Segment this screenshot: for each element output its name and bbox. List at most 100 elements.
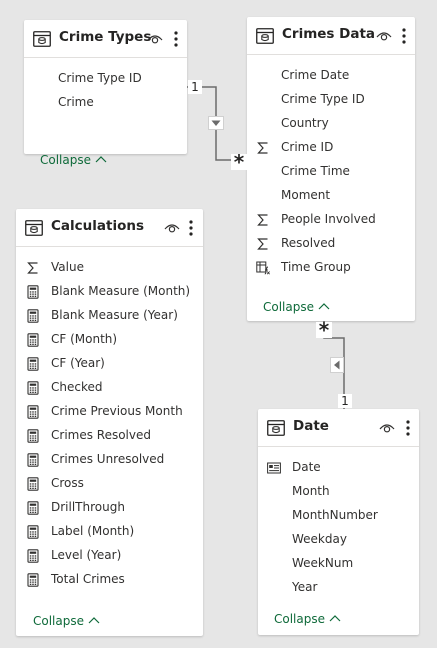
field-row[interactable]: Cross xyxy=(16,472,203,496)
calculator-icon xyxy=(26,429,40,443)
field-row[interactable]: Blank Measure (Year) xyxy=(16,304,203,328)
down-arrow-icon[interactable] xyxy=(208,116,224,130)
crimes-data-table-card[interactable]: Crimes Data Crime Date Crime Type ID Countr… xyxy=(247,17,415,321)
field-row[interactable]: Year xyxy=(258,576,419,600)
field-name: WeekNum xyxy=(292,556,354,570)
collapse-label: Collapse xyxy=(40,153,91,167)
table-icon xyxy=(25,220,43,236)
field-name: Crime Time xyxy=(281,164,350,178)
field-name: Crime Type ID xyxy=(58,71,142,85)
calculations-table-header[interactable]: Calculations xyxy=(16,209,203,247)
field-name: Moment xyxy=(281,188,331,202)
collapse-label: Collapse xyxy=(263,300,314,314)
field-name: Resolved xyxy=(281,236,336,250)
eye-icon[interactable] xyxy=(376,30,392,42)
chevron-up-icon xyxy=(318,302,330,310)
field-row[interactable]: People Involved xyxy=(247,208,415,232)
field-row[interactable]: Crime Type ID xyxy=(24,67,187,91)
model-diagram-canvas[interactable]: Crime Types Crime Type ID Crime Collapse Cri… xyxy=(0,0,437,648)
field-row[interactable]: CF (Month) xyxy=(16,328,203,352)
field-row[interactable]: Crime Previous Month xyxy=(16,400,203,424)
field-row[interactable]: CF (Year) xyxy=(16,352,203,376)
field-name: MonthNumber xyxy=(292,508,378,522)
field-row[interactable]: MonthNumber xyxy=(258,504,419,528)
field-row[interactable]: Moment xyxy=(247,184,415,208)
field-name: People Involved xyxy=(281,212,376,226)
calculator-icon xyxy=(26,573,40,587)
collapse-label: Collapse xyxy=(33,614,84,628)
field-name: Crime Previous Month xyxy=(51,404,183,418)
field-row[interactable]: Label (Month) xyxy=(16,520,203,544)
cardinality-one-label: 1 xyxy=(188,80,202,94)
eye-icon[interactable] xyxy=(147,33,163,45)
field-row[interactable]: DrillThrough xyxy=(16,496,203,520)
calculator-icon xyxy=(26,525,40,539)
calculations-table-card[interactable]: Calculations Value Blank Measure (Month) Bl… xyxy=(16,209,203,636)
field-row[interactable]: Checked xyxy=(16,376,203,400)
field-name: Blank Measure (Month) xyxy=(51,284,191,298)
field-name: Checked xyxy=(51,380,103,394)
more-options-icon[interactable] xyxy=(174,31,178,47)
sigma-icon xyxy=(256,213,270,227)
field-row[interactable]: Crime xyxy=(24,91,187,115)
field-name: Country xyxy=(281,116,329,130)
field-row[interactable]: Crime ID xyxy=(247,136,415,160)
field-name: Cross xyxy=(51,476,84,490)
eye-icon[interactable] xyxy=(379,422,395,434)
field-name: Crime Type ID xyxy=(281,92,365,106)
field-row[interactable]: Country xyxy=(247,112,415,136)
field-name: Crimes Resolved xyxy=(51,428,151,442)
table-icon xyxy=(256,28,274,44)
field-name: Level (Year) xyxy=(51,548,122,562)
field-row[interactable]: Blank Measure (Month) xyxy=(16,280,203,304)
sigma-icon xyxy=(256,141,270,155)
field-row[interactable]: Total Crimes xyxy=(16,568,203,592)
field-name: DrillThrough xyxy=(51,500,125,514)
date-table-card[interactable]: Date Date Month MonthNumber Weekday WeekNum Ye… xyxy=(258,409,419,635)
collapse-button[interactable]: Collapse xyxy=(263,300,330,318)
field-name: Crime Date xyxy=(281,68,350,82)
field-row[interactable]: Level (Year) xyxy=(16,544,203,568)
field-row[interactable]: Value xyxy=(16,256,203,280)
left-arrow-icon[interactable] xyxy=(330,357,344,373)
field-row[interactable]: Time Group xyxy=(247,256,415,280)
collapse-label: Collapse xyxy=(274,612,325,626)
crimes-data-table-header[interactable]: Crimes Data xyxy=(247,17,415,55)
collapse-button[interactable]: Collapse xyxy=(40,153,107,171)
field-row[interactable]: Month xyxy=(258,480,419,504)
date-hierarchy-icon xyxy=(267,461,281,475)
field-row[interactable]: Resolved xyxy=(247,232,415,256)
field-row[interactable]: Crimes Unresolved xyxy=(16,448,203,472)
field-row[interactable]: Crime Time xyxy=(247,160,415,184)
sigma-icon xyxy=(256,237,270,251)
more-options-icon[interactable] xyxy=(406,420,410,436)
field-row[interactable]: Crimes Resolved xyxy=(16,424,203,448)
field-row[interactable]: Crime Type ID xyxy=(247,88,415,112)
field-name: Value xyxy=(51,260,84,274)
crime-types-table-card[interactable]: Crime Types Crime Type ID Crime Collapse xyxy=(24,20,187,167)
more-options-icon[interactable] xyxy=(402,28,406,44)
field-name: Date xyxy=(292,460,321,474)
more-options-icon[interactable] xyxy=(189,220,193,236)
collapse-button[interactable]: Collapse xyxy=(33,614,100,632)
sigma-icon xyxy=(26,261,40,275)
date-table-header[interactable]: Date xyxy=(258,409,419,447)
field-row[interactable]: WeekNum xyxy=(258,552,419,576)
eye-icon[interactable] xyxy=(164,222,180,234)
field-name: Total Crimes xyxy=(51,572,125,586)
field-row[interactable]: Date xyxy=(258,456,419,480)
field-name: Year xyxy=(292,580,318,594)
calculator-icon xyxy=(26,333,40,347)
chevron-up-icon xyxy=(88,616,100,624)
table-title: Crime Types xyxy=(59,29,152,45)
cardinality-one-label: 1 xyxy=(338,394,352,408)
field-name: Weekday xyxy=(292,532,347,546)
collapse-button[interactable]: Collapse xyxy=(274,612,341,630)
calculator-icon xyxy=(26,405,40,419)
field-name: Blank Measure (Year) xyxy=(51,308,178,322)
field-row[interactable]: Weekday xyxy=(258,528,419,552)
field-row[interactable]: Crime Date xyxy=(247,64,415,88)
cardinality-many-label: * xyxy=(316,320,332,340)
crime-types-table-header[interactable]: Crime Types xyxy=(24,20,187,58)
calculator-icon xyxy=(26,477,40,491)
